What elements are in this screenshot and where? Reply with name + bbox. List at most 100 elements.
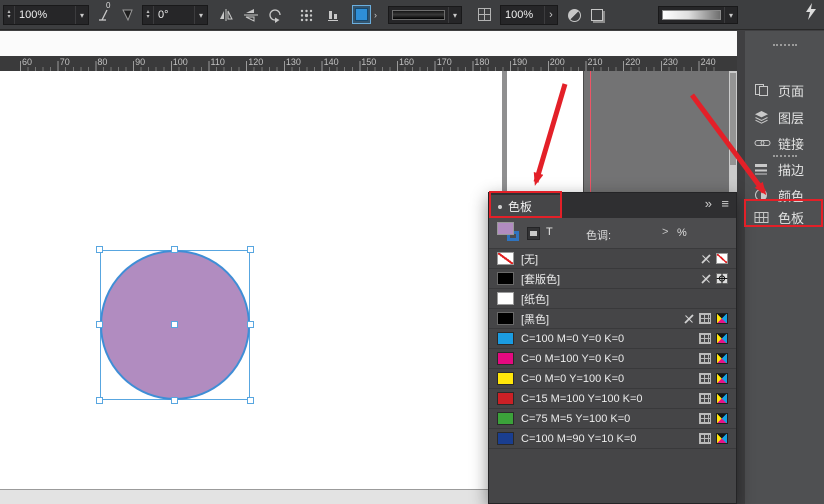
handle-top-right[interactable] (247, 246, 254, 253)
registration-icon (716, 273, 728, 284)
scale-value[interactable]: 100% (15, 9, 75, 21)
handle-middle-left[interactable] (96, 321, 103, 328)
ruler-label: 60 (22, 57, 32, 67)
swatch-name: C=15 M=100 Y=100 K=0 (521, 393, 699, 405)
dock-grip[interactable] (773, 44, 797, 46)
stroke-style-dropdown-icon[interactable] (448, 7, 461, 23)
flip-horizontal-button[interactable] (218, 8, 234, 22)
swatch-row[interactable]: [套版色] (489, 269, 736, 289)
spinner-icon[interactable] (143, 6, 154, 24)
collapse-panel-icon[interactable] (705, 196, 712, 211)
tint-dropdown-icon[interactable] (662, 226, 668, 238)
fill-color-button[interactable] (352, 5, 371, 24)
swatch-name: [黑色] (521, 311, 684, 327)
non-editable-icon (701, 274, 711, 284)
dock-item-pages[interactable]: 页面 (745, 78, 824, 102)
swatch-row[interactable]: C=75 M=5 Y=100 K=0 (489, 409, 736, 429)
drop-shadow-button[interactable] (591, 9, 603, 21)
swatch-color-chip (497, 332, 514, 345)
dock-item-stroke[interactable]: 描边 (745, 157, 824, 181)
spinner-icon[interactable] (4, 6, 15, 24)
swatch-grid-icon (699, 433, 711, 444)
ruler-label: 120 (248, 57, 263, 67)
fill-color-swatch (355, 8, 368, 21)
cmyk-icon (716, 433, 728, 444)
color-icon (754, 188, 774, 202)
dock-item-label: 描边 (778, 160, 804, 179)
scale-dropdown-icon[interactable] (75, 6, 88, 24)
non-editable-icon (684, 314, 694, 324)
opacity-dropdown-icon[interactable] (544, 6, 557, 24)
gradient-select[interactable] (658, 6, 738, 24)
gradient-dropdown-icon[interactable] (724, 7, 737, 23)
swatch-row[interactable]: [黑色] (489, 309, 736, 329)
swatch-name: C=75 M=5 Y=100 K=0 (521, 413, 699, 425)
page[interactable] (0, 71, 502, 489)
swatches-tab[interactable]: 色板 (491, 195, 561, 218)
ruler-label: 210 (588, 57, 603, 67)
scale-field[interactable]: 100% (3, 5, 89, 25)
swatch-color-chip (497, 372, 514, 385)
handle-top-left[interactable] (96, 246, 103, 253)
selected-object[interactable] (100, 250, 250, 400)
ruler-label: 220 (625, 57, 640, 67)
rotation-field[interactable]: 0° (142, 5, 208, 25)
swatch-row[interactable]: C=100 M=90 Y=10 K=0 (489, 429, 736, 449)
cmyk-icon (716, 333, 728, 344)
swatch-row[interactable]: C=0 M=0 Y=100 K=0 (489, 369, 736, 389)
align-button[interactable] (326, 9, 340, 22)
swatch-color-chip (497, 272, 514, 285)
shear-value[interactable]: 0 (106, 1, 110, 10)
handle-center-point[interactable] (171, 321, 178, 328)
flip-vertical-button[interactable] (243, 8, 259, 22)
swatch-name: [纸色] (521, 291, 728, 307)
swatch-name: [无] (521, 251, 701, 267)
reference-point-icon[interactable] (300, 9, 313, 22)
transparency-button[interactable] (568, 9, 581, 22)
cmyk-icon (716, 353, 728, 364)
cmyk-icon (716, 413, 728, 424)
dock-item-label: 颜色 (778, 186, 804, 205)
swatch-row[interactable]: [无] (489, 249, 736, 269)
fill-menu-chevron-icon[interactable] (374, 10, 377, 20)
stroke-style-select[interactable] (388, 6, 462, 24)
horizontal-ruler[interactable]: 6070809010011012013014015016017018019020… (0, 56, 737, 71)
handle-middle-right[interactable] (247, 321, 254, 328)
swatches-controls: T 色调: % (489, 218, 736, 249)
dock-item-link[interactable]: 链接 (745, 131, 824, 155)
gradient-preview (662, 10, 721, 20)
scrollbar-thumb[interactable] (730, 73, 736, 165)
swatch-row[interactable]: C=100 M=0 Y=0 K=0 (489, 329, 736, 349)
relative-grid-button[interactable] (478, 8, 491, 21)
rotate-90-button[interactable] (268, 8, 283, 23)
swatch-row[interactable]: [纸色] (489, 289, 736, 309)
ruler-label: 110 (211, 57, 225, 67)
swatch-row[interactable]: C=15 M=100 Y=100 K=0 (489, 389, 736, 409)
handle-bottom-right[interactable] (247, 397, 254, 404)
fill-proxy[interactable] (497, 222, 514, 235)
stroke-style-preview (392, 10, 445, 20)
rotation-value[interactable]: 0° (154, 9, 194, 21)
swatches-panel-header[interactable]: 色板 (489, 193, 736, 218)
opacity-field[interactable]: 100% (500, 5, 558, 25)
opacity-value[interactable]: 100% (501, 9, 544, 21)
dock-item-layers[interactable]: 图层 (745, 105, 824, 129)
dock-item-swatches[interactable]: 色板 (745, 205, 824, 229)
format-text-button[interactable]: T (546, 226, 553, 238)
dock-item-color[interactable]: 颜色 (745, 183, 824, 207)
panel-menu-icon[interactable] (721, 196, 729, 211)
swatch-name: C=0 M=0 Y=100 K=0 (521, 373, 699, 385)
handle-top-center[interactable] (171, 246, 178, 253)
control-bar: 100% 0 0° 100% (0, 0, 824, 30)
handle-bottom-left[interactable] (96, 397, 103, 404)
swatches-icon (754, 211, 774, 224)
dock-item-label: 图层 (778, 108, 804, 127)
ruler-label: 170 (437, 57, 452, 67)
handle-bottom-center[interactable] (171, 397, 178, 404)
quick-apply-icon[interactable] (805, 3, 817, 20)
swatch-row[interactable]: C=0 M=100 Y=0 K=0 (489, 349, 736, 369)
swatch-name: C=100 M=0 Y=0 K=0 (521, 333, 699, 345)
rotation-dropdown-icon[interactable] (194, 6, 207, 24)
swatch-color-chip (497, 312, 514, 325)
format-container-button[interactable] (527, 227, 540, 240)
